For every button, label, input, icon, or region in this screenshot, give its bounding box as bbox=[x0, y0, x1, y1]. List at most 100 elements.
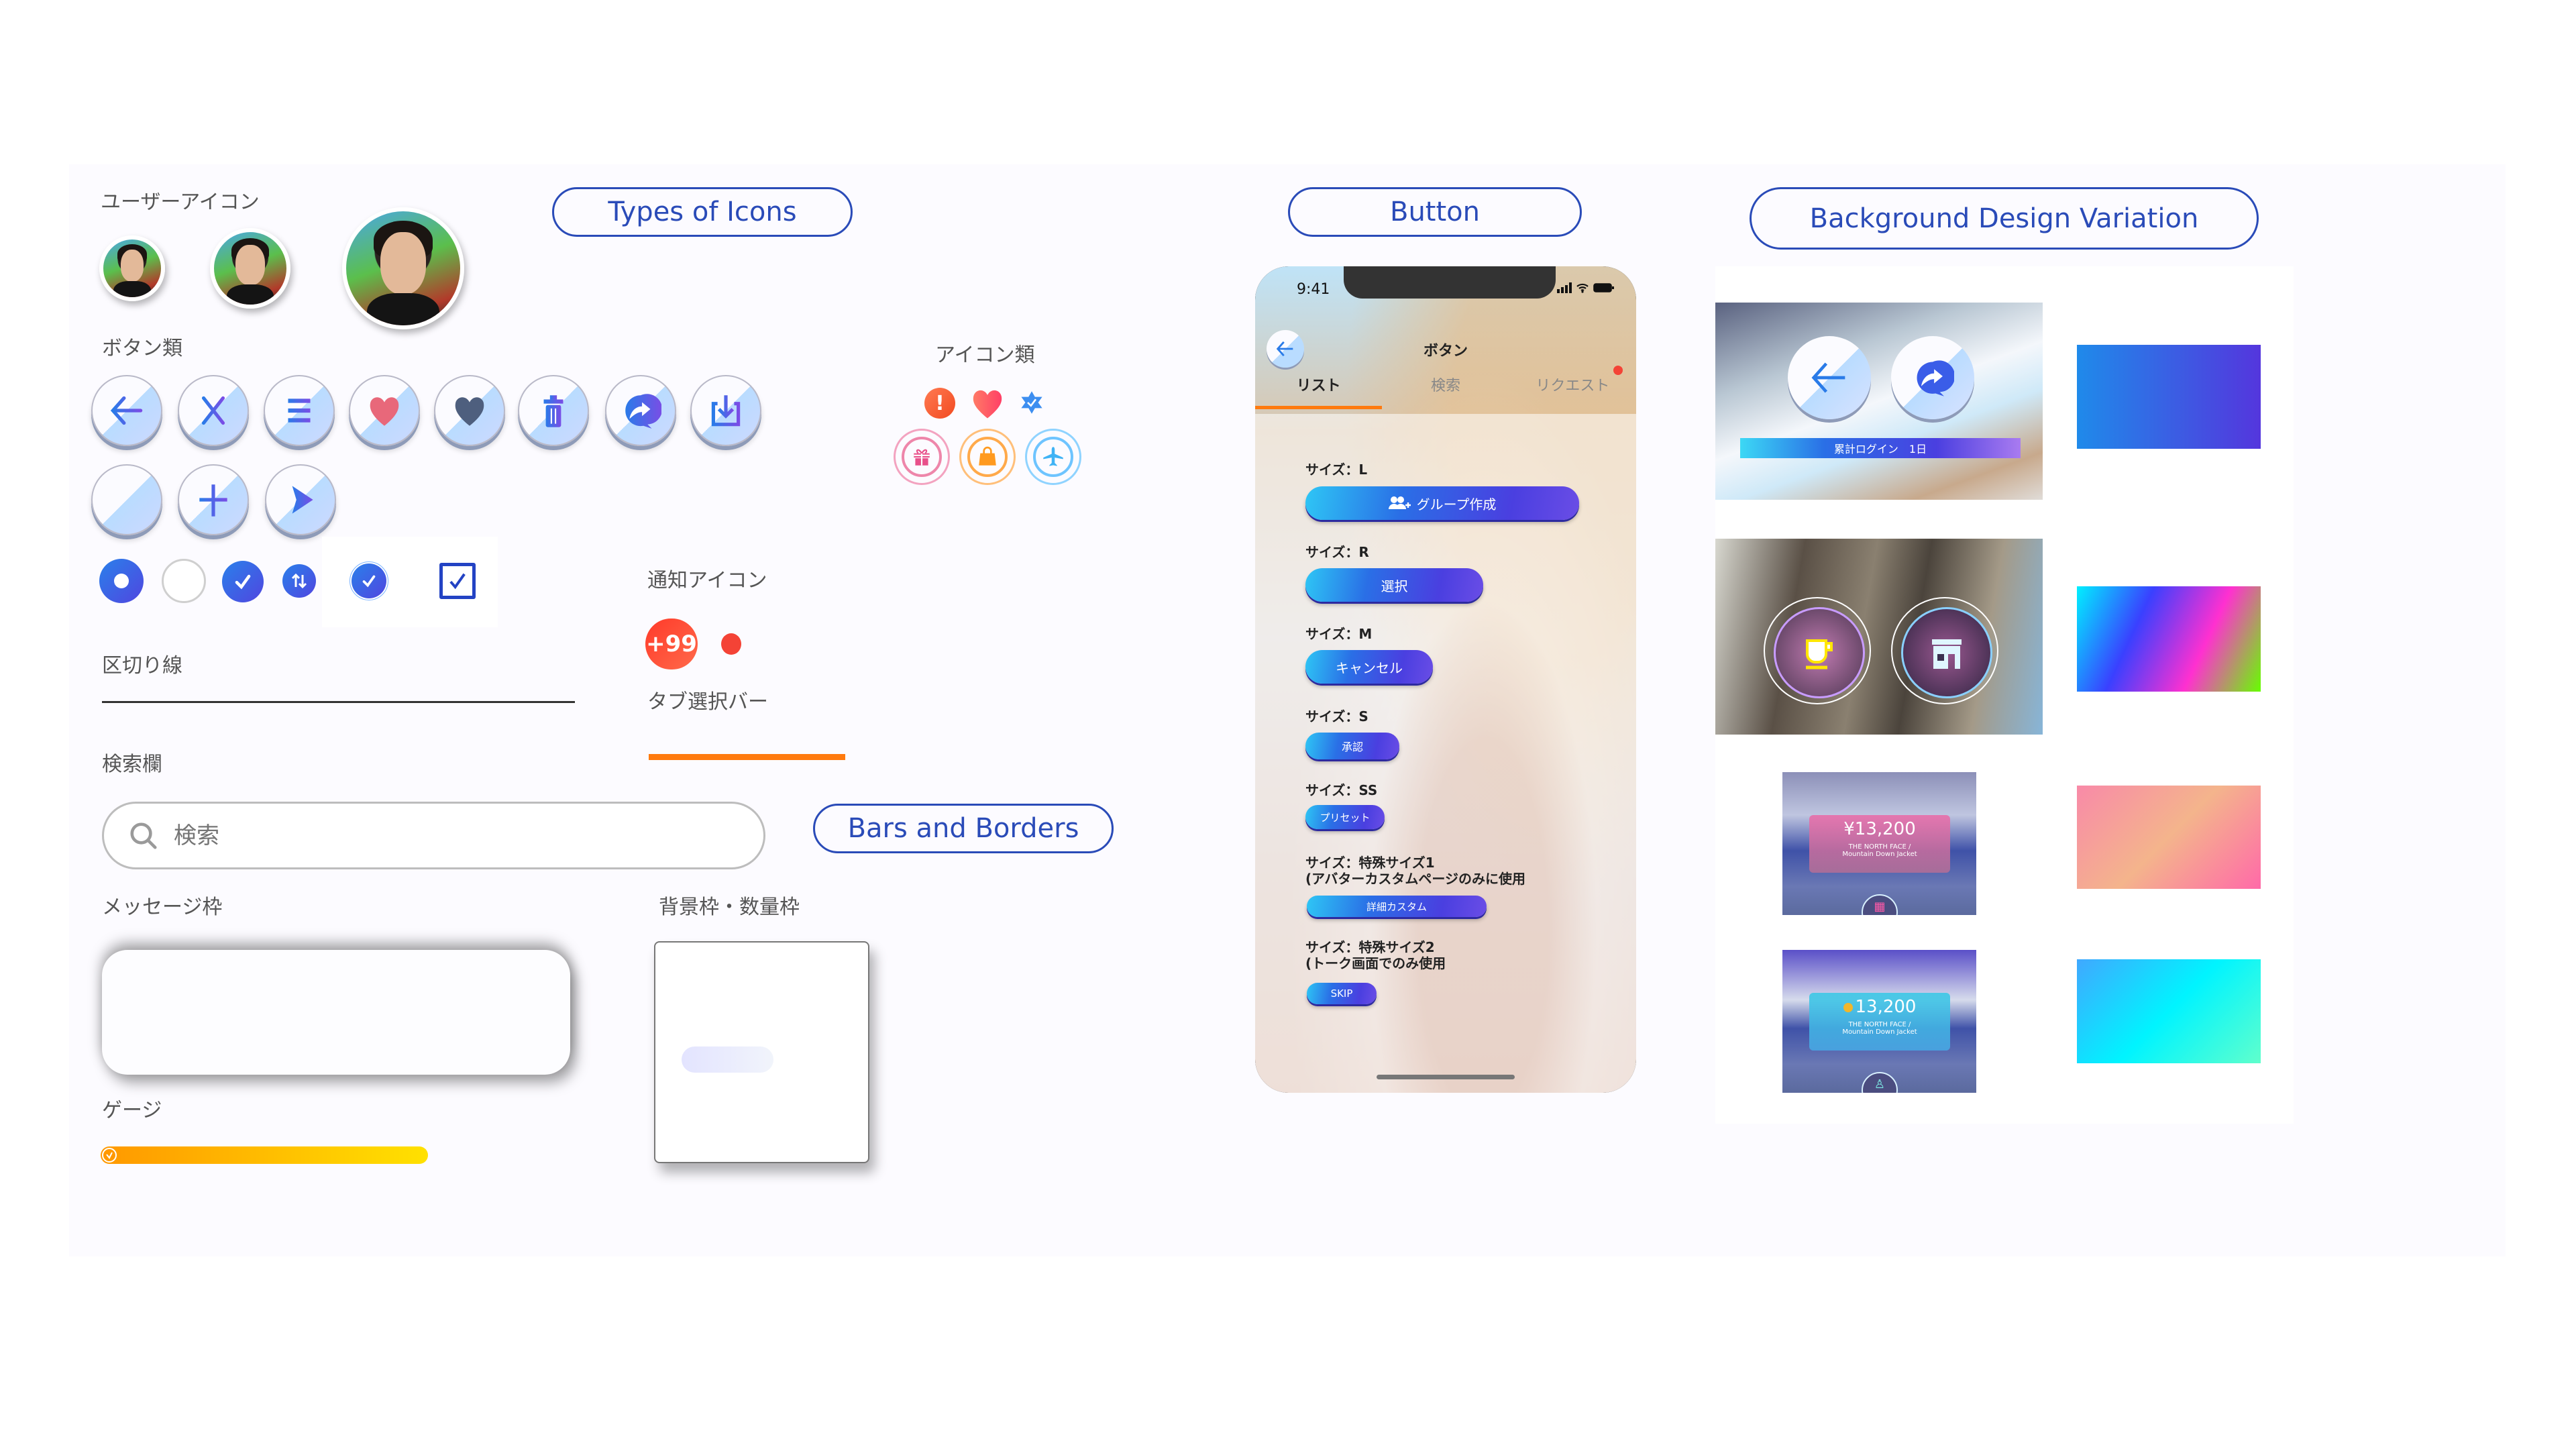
size-label-special1: サイズ：特殊サイズ1 bbox=[1305, 855, 1435, 871]
heart-icon bbox=[970, 386, 1005, 421]
home-indicator bbox=[1377, 1075, 1515, 1079]
close-icon bbox=[201, 396, 225, 425]
search-input[interactable] bbox=[172, 821, 712, 850]
detail-custom-button[interactable]: 詳細カスタム bbox=[1307, 896, 1487, 917]
cafe-button bbox=[1774, 607, 1865, 698]
bg-variation-image-product-coin: 13,200 THE NORTH FACE / Mountain Down Ja… bbox=[1782, 950, 1976, 1093]
gauge-fill bbox=[101, 1146, 428, 1164]
radio-dot bbox=[114, 574, 129, 588]
radio-unselected[interactable] bbox=[162, 559, 206, 603]
play-icon bbox=[292, 486, 313, 514]
section-types-of-icons: Types of Icons bbox=[552, 187, 853, 237]
buttons-label: ボタン類 bbox=[102, 337, 182, 360]
phone-screen: 9:41 ボタン リスト 検索 リクエスト サイズ：L グループ作成 サイズ：R… bbox=[1255, 266, 1636, 1093]
bg-variation-image-login: 累計ログイン 1日 bbox=[1715, 303, 2043, 500]
phone-notch bbox=[1344, 266, 1556, 299]
product-name: Mountain Down Jacket bbox=[1842, 851, 1917, 858]
heart-dark-icon bbox=[455, 397, 484, 426]
radio-selected[interactable] bbox=[99, 559, 144, 603]
message-frame bbox=[102, 950, 570, 1075]
back-button-sample bbox=[1788, 336, 1871, 419]
shopping-bag-icon bbox=[979, 446, 996, 466]
size-label-ss: サイズ：SS bbox=[1305, 782, 1378, 798]
user-icon-label: ユーザーアイコン bbox=[101, 191, 260, 214]
back-button[interactable] bbox=[91, 375, 162, 446]
bg-variation-image-shop bbox=[1715, 539, 2043, 735]
tab-badge-dot bbox=[1613, 366, 1623, 375]
notification-icon-label: 通知アイコン bbox=[647, 569, 767, 592]
share-chat-button[interactable] bbox=[605, 375, 676, 446]
divider-line bbox=[102, 701, 575, 703]
section-button: Button bbox=[1288, 187, 1582, 237]
signal-icon bbox=[1557, 282, 1572, 293]
product-name: Mountain Down Jacket bbox=[1842, 1028, 1917, 1036]
check-circle-small[interactable] bbox=[350, 561, 388, 600]
price-coin-value: 13,200 bbox=[1855, 997, 1917, 1017]
chat-share-icon bbox=[625, 394, 661, 429]
phone-tabs: リスト 検索 リクエスト bbox=[1255, 366, 1636, 394]
gradient-swatch-peach-pink bbox=[2077, 786, 2261, 889]
download-button[interactable] bbox=[690, 375, 761, 446]
delete-button[interactable] bbox=[518, 375, 589, 446]
gift-ring-icon[interactable] bbox=[894, 429, 950, 485]
coin-icon bbox=[1843, 1002, 1853, 1012]
background-frame-label: 背景枠・数量枠 bbox=[659, 896, 800, 919]
close-button[interactable] bbox=[178, 375, 249, 446]
shop-ring-icon[interactable] bbox=[959, 429, 1016, 485]
product-brand: THE NORTH FACE / bbox=[1848, 843, 1911, 851]
gradient-swatch-cyan bbox=[2077, 959, 2261, 1063]
menu-icon bbox=[288, 398, 311, 423]
gradient-swatch-blue-purple bbox=[2077, 345, 2261, 449]
notification-dot bbox=[721, 633, 741, 655]
tab-request-label: リクエスト bbox=[1536, 378, 1610, 394]
avatar-button-sample: ♙ bbox=[1862, 1072, 1898, 1093]
preset-button[interactable]: プリセット bbox=[1305, 805, 1385, 829]
size-sublabel-special2: (トーク画面でのみ使用 bbox=[1305, 955, 1446, 971]
minus-button[interactable] bbox=[91, 464, 162, 535]
product-brand: THE NORTH FACE / bbox=[1848, 1021, 1911, 1028]
user-avatar-medium[interactable] bbox=[210, 228, 290, 309]
menu-button[interactable] bbox=[264, 375, 335, 446]
gift-icon bbox=[914, 449, 930, 466]
tab-list[interactable]: リスト bbox=[1255, 374, 1382, 394]
store-icon bbox=[1932, 639, 1962, 669]
travel-ring-icon[interactable] bbox=[1025, 429, 1081, 485]
store-button bbox=[1901, 607, 1992, 698]
quantity-frame bbox=[654, 941, 869, 1163]
heart-red-icon bbox=[370, 397, 399, 426]
verified-star-icon bbox=[1020, 390, 1044, 415]
section-background-design-variation: Background Design Variation bbox=[1750, 187, 2259, 250]
like-button[interactable] bbox=[349, 375, 420, 446]
checkbox-checked[interactable] bbox=[439, 563, 476, 599]
gradient-swatch-rainbow bbox=[2077, 586, 2261, 692]
approve-button[interactable]: 承認 bbox=[1305, 733, 1399, 759]
swap-button[interactable] bbox=[282, 564, 316, 598]
download-tray-icon bbox=[711, 395, 741, 427]
plus-button[interactable] bbox=[178, 464, 249, 535]
tab-search[interactable]: 検索 bbox=[1382, 374, 1509, 394]
favorite-dark-button[interactable] bbox=[434, 375, 505, 446]
arrow-left-icon bbox=[1811, 362, 1845, 393]
check-circle[interactable] bbox=[222, 561, 264, 602]
group-create-button[interactable]: グループ作成 bbox=[1305, 486, 1579, 520]
search-field-label: 検索欄 bbox=[102, 753, 162, 776]
skip-button[interactable]: SKIP bbox=[1307, 983, 1377, 1004]
phone-mockup: 9:41 ボタン リスト 検索 リクエスト サイズ：L グループ作成 サイズ：R… bbox=[1255, 266, 1636, 1093]
price-tag-coin: 13,200 THE NORTH FACE / Mountain Down Ja… bbox=[1809, 993, 1950, 1051]
user-avatar-small[interactable] bbox=[99, 235, 165, 301]
user-avatar-large[interactable] bbox=[342, 207, 464, 329]
size-label-m: サイズ：M bbox=[1305, 626, 1373, 642]
gift-button-sample: ▦ bbox=[1862, 894, 1898, 915]
play-button[interactable] bbox=[265, 464, 336, 535]
airplane-icon bbox=[1043, 447, 1063, 466]
minus-icon bbox=[113, 497, 141, 502]
size-label-r: サイズ：R bbox=[1305, 544, 1369, 560]
cancel-button[interactable]: キャンセル bbox=[1305, 650, 1433, 684]
select-button[interactable]: 選択 bbox=[1305, 568, 1483, 602]
tab-request[interactable]: リクエスト bbox=[1509, 366, 1636, 394]
battery-icon bbox=[1593, 283, 1614, 292]
search-field[interactable] bbox=[102, 802, 765, 869]
size-label-s: サイズ：S bbox=[1305, 708, 1368, 724]
quantity-pill bbox=[682, 1046, 773, 1073]
gauge-label: ゲージ bbox=[102, 1099, 162, 1122]
